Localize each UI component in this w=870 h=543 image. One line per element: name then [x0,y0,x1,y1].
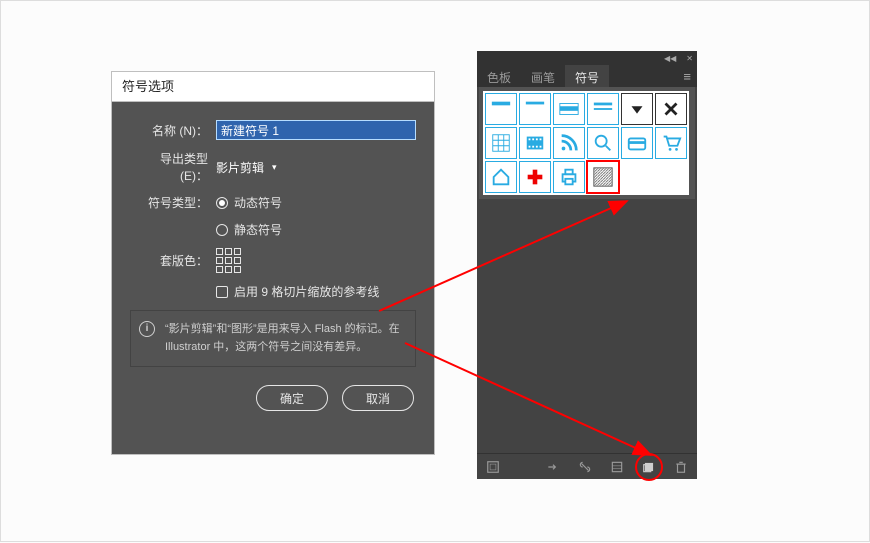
sw-card-band[interactable] [553,93,585,125]
sw-grid-icon[interactable] [485,127,517,159]
row-symbol-type-static: 静态符号 [130,221,416,238]
panel-menu-icon[interactable]: ≡ [683,69,691,84]
dialog-body: 名称 (N)： 导出类型 (E)： 影片剪辑 ▾ 符号类型： 动态符号 静态符号… [112,102,434,367]
new-symbol-icon[interactable] [641,459,657,475]
symbol-options-dialog: 符号选项 名称 (N)： 导出类型 (E)： 影片剪辑 ▾ 符号类型： 动态符号… [111,71,435,455]
sw-bar-2[interactable] [519,93,551,125]
label-symbol-type: 符号类型： [130,194,216,211]
chevron-down-icon: ▾ [272,162,277,173]
registration-grid[interactable] [216,248,241,273]
panel-top-bar: ◀◀ ✕ [477,51,697,65]
sw-plus-red-icon[interactable] [519,161,551,193]
radio-static[interactable] [216,224,228,236]
sw-dropdown-icon[interactable] [621,93,653,125]
ok-button[interactable]: 确定 [256,385,328,411]
tab-swatches[interactable]: 色板 [477,65,521,87]
row-symbol-type-dynamic: 符号类型： 动态符号 [130,194,416,211]
export-type-value: 影片剪辑 [216,159,264,176]
info-box: i “影片剪辑”和“图形”是用来导入 Flash 的标记。在 Illustrat… [130,310,416,367]
cancel-button[interactable]: 取消 [342,385,414,411]
sw-bar-top[interactable] [485,93,517,125]
sw-rss-icon[interactable] [553,127,585,159]
panel-collapse-icon[interactable]: ◀◀ [664,54,676,63]
label-export-type: 导出类型 (E)： [130,150,216,184]
sw-hatch-pattern[interactable] [587,161,619,193]
panel-close-icon[interactable]: ✕ [686,54,693,63]
radio-dynamic-label: 动态符号 [234,194,282,211]
checkbox-nine-slice[interactable] [216,286,228,298]
panel-tabs: 色板 画笔 符号 ≡ [477,65,697,87]
place-symbol-icon[interactable] [545,459,561,475]
sw-cart-icon[interactable] [655,127,687,159]
sw-filmstrip-icon[interactable] [519,127,551,159]
label-name: 名称 (N)： [130,122,216,139]
tab-symbols[interactable]: 符号 [565,65,609,87]
swatch-area [479,87,695,199]
row-export-type: 导出类型 (E)： 影片剪辑 ▾ [130,150,416,184]
label-registration: 套版色： [130,252,216,269]
sw-home-icon[interactable] [485,161,517,193]
dialog-buttons: 确定 取消 [112,367,434,429]
info-icon: i [139,321,155,337]
name-input[interactable] [216,120,416,140]
radio-dynamic[interactable] [216,197,228,209]
export-type-select[interactable]: 影片剪辑 ▾ [216,157,277,178]
radio-static-label: 静态符号 [234,221,282,238]
symbols-panel: ◀◀ ✕ 色板 画笔 符号 ≡ [477,51,697,479]
symbol-library-icon[interactable] [485,459,501,475]
sw-close-icon[interactable] [655,93,687,125]
sw-magnify-icon[interactable] [587,127,619,159]
row-registration: 套版色： [130,248,416,273]
sw-printer-icon[interactable] [553,161,585,193]
sw-creditcard-icon[interactable] [621,127,653,159]
row-nine-slice: 启用 9 格切片缩放的参考线 [130,283,416,300]
delete-symbol-icon[interactable] [673,459,689,475]
swatch-grid [483,91,689,195]
symbol-options-icon[interactable] [609,459,625,475]
sw-bar-dash[interactable] [587,93,619,125]
info-text: “影片剪辑”和“图形”是用来导入 Flash 的标记。在 Illustrator… [165,323,400,353]
break-link-icon[interactable] [577,459,593,475]
tab-brushes[interactable]: 画笔 [521,65,565,87]
panel-footer [477,453,697,479]
checkbox-nine-slice-label: 启用 9 格切片缩放的参考线 [234,283,379,300]
row-name: 名称 (N)： [130,120,416,140]
dialog-title: 符号选项 [112,72,434,102]
